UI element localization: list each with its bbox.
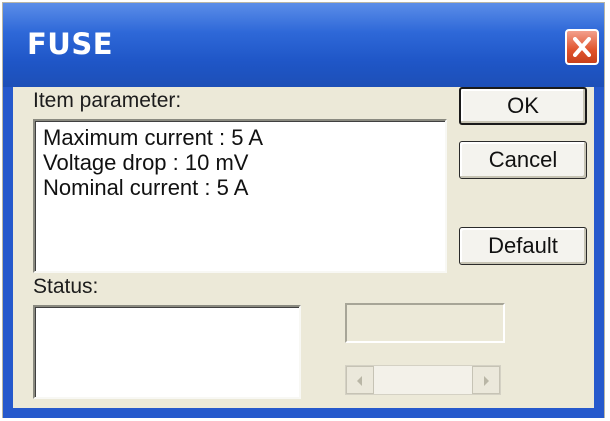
parameter-line-nominal-current: Nominal current : 5 A [43,175,249,200]
arrow-left-icon [357,376,362,386]
scroll-right-button[interactable] [472,366,500,394]
close-button[interactable] [565,29,599,65]
item-parameter-label: Item parameter: [33,89,182,112]
progress-field [345,303,505,343]
window-frame-left [3,87,13,418]
status-field [33,305,301,399]
ok-button[interactable]: OK [459,87,587,125]
parameter-line-max-current: Maximum current : 5 A [43,125,264,150]
close-icon [573,37,591,57]
arrow-right-icon [484,376,489,386]
parameter-line-voltage-drop: Voltage drop : 10 mV [43,150,249,175]
scroll-left-button[interactable] [346,366,374,394]
horizontal-scrollbar[interactable] [345,365,501,395]
default-button[interactable]: Default [459,227,587,265]
title-bar[interactable]: FUSE [3,3,604,87]
window-frame-right [594,87,604,418]
cancel-button[interactable]: Cancel [459,141,587,179]
item-parameter-list[interactable]: Maximum current : 5 A Voltage drop : 10 … [33,119,447,273]
status-label: Status: [33,275,99,298]
fuse-dialog: FUSE Item parameter: Maximum current : 5… [2,2,605,418]
window-title: FUSE [27,27,114,61]
window-frame-bottom [3,408,604,418]
